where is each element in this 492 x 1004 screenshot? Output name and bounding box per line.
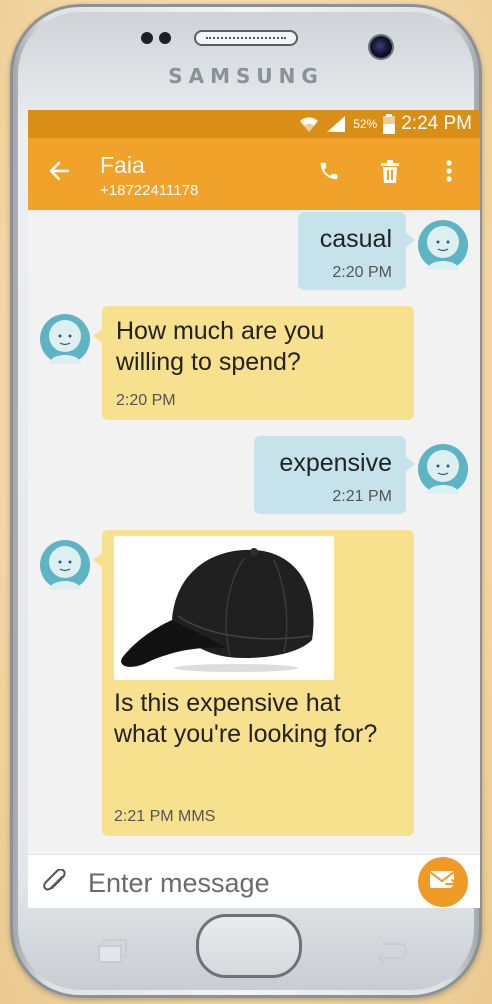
message-text: How much are you willing to spend? [116,317,325,376]
send-button[interactable] [418,857,468,907]
battery-percent: 52% [353,117,378,131]
message-time: 2:20 PM [116,392,176,409]
more-vert-icon[interactable] [446,160,452,187]
home-button[interactable] [196,914,302,978]
back-icon[interactable] [374,938,408,969]
avatar [40,314,90,364]
contact-name: Faia [100,152,145,178]
message-composer [28,854,480,908]
message-list: casual 2:20 PM How much are you willing … [28,210,480,854]
message-bubble-incoming[interactable]: How much are you willing to spend? 2:20 … [93,306,414,420]
send-mms-icon [428,868,458,897]
message-text: Is this expensive hat what you're lookin… [114,689,378,748]
phone-icon[interactable] [318,160,340,187]
contact-number: +18722411178 [100,182,199,199]
mms-image-hat[interactable] [114,536,334,680]
signal-icon [325,115,347,133]
message-time: 2:21 PM [332,488,392,505]
status-time: 2:24 PM [401,113,472,134]
message-text: expensive [279,449,392,477]
conversation-header: Faia +18722411178 [28,138,480,210]
message-input[interactable] [86,865,410,901]
paperclip-icon[interactable] [42,868,70,902]
message-time: 2:20 PM [332,264,392,281]
message-text: casual [319,225,392,253]
avatar [418,220,468,270]
wifi-icon [299,115,319,133]
front-sensor-dot [159,32,171,44]
recent-apps-icon[interactable] [96,938,130,969]
status-bar: 52% 2:24 PM [28,110,480,138]
message-bubble-outgoing[interactable]: casual 2:20 PM [298,212,415,290]
front-sensor-dot [141,32,153,44]
trash-icon[interactable] [380,160,400,189]
front-camera [370,36,392,58]
phone-screen: 52% 2:24 PM Faia +18722411178 casual 2:2… [28,110,480,908]
battery-icon [383,114,396,134]
message-bubble-outgoing[interactable]: expensive 2:21 PM [254,436,415,514]
message-bubble-incoming-mms[interactable]: Is this expensive hat what you're lookin… [93,530,414,836]
arrow-left-icon[interactable] [48,158,70,189]
earpiece-speaker [194,30,298,46]
device-brand-logo: SAMSUNG [168,64,324,88]
avatar [418,444,468,494]
message-time: 2:21 PM MMS [114,808,216,825]
avatar [40,540,90,590]
